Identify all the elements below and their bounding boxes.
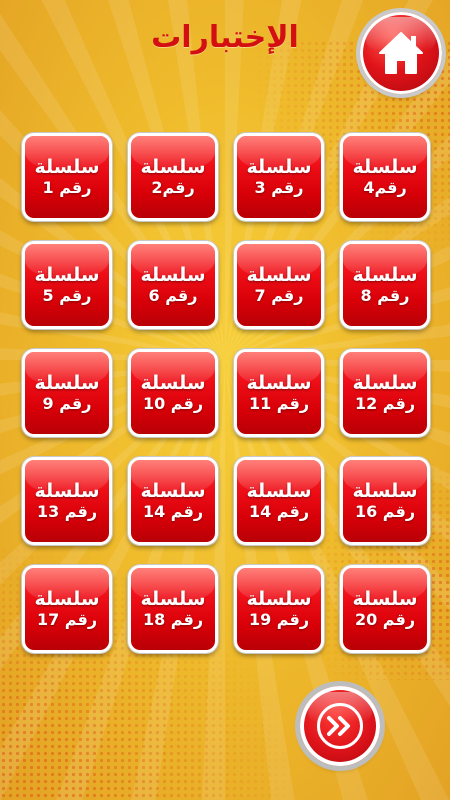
series-button[interactable]: سلسلة رقم 20 <box>340 565 430 653</box>
series-button[interactable]: سلسلة رقم 5 <box>22 241 112 329</box>
series-number: رقم 3 <box>254 177 304 197</box>
series-button[interactable]: سلسلة رقم 19 <box>234 565 324 653</box>
series-number: رقم 13 <box>36 501 98 521</box>
series-button[interactable]: سلسلة رقم 9 <box>22 349 112 437</box>
series-button[interactable]: سلسلة رقم 1 <box>22 133 112 221</box>
series-button[interactable]: سلسلة رقم2 <box>128 133 218 221</box>
series-label: سلسلة <box>140 371 206 394</box>
series-number: رقم2 <box>151 177 195 197</box>
series-button[interactable]: سلسلة رقم 14 <box>234 457 324 545</box>
series-number: رقم 5 <box>42 285 92 305</box>
series-number: رقم 18 <box>142 609 204 629</box>
series-label: سلسلة <box>140 263 206 286</box>
next-page-button[interactable] <box>300 686 380 766</box>
fast-forward-icon <box>327 716 350 736</box>
home-button[interactable] <box>360 12 442 94</box>
series-label: سلسلة <box>140 479 206 502</box>
series-number: رقم 10 <box>142 393 204 413</box>
series-label: سلسلة <box>34 479 100 502</box>
home-icon <box>379 32 423 74</box>
series-number: رقم 14 <box>142 501 204 521</box>
series-button[interactable]: سلسلة رقم 16 <box>340 457 430 545</box>
series-label: سلسلة <box>140 155 206 178</box>
series-label: سلسلة <box>140 587 206 610</box>
series-button[interactable]: سلسلة رقم 14 <box>128 457 218 545</box>
series-button[interactable]: سلسلة رقم 18 <box>128 565 218 653</box>
series-button[interactable]: سلسلة رقم 10 <box>128 349 218 437</box>
series-number: رقم 20 <box>354 609 416 629</box>
series-number: رقم 14 <box>248 501 310 521</box>
series-button[interactable]: سلسلة رقم 6 <box>128 241 218 329</box>
series-grid: سلسلة رقم 1 سلسلة رقم2 سلسلة رقم 3 سلسلة… <box>22 133 430 653</box>
series-number: رقم 9 <box>42 393 92 413</box>
series-label: سلسلة <box>352 155 418 178</box>
series-number: رقم 19 <box>248 609 310 629</box>
series-number: رقم 11 <box>248 393 310 413</box>
series-number: رقم 8 <box>360 285 410 305</box>
series-number: رقم 7 <box>254 285 304 305</box>
series-button[interactable]: سلسلة رقم 13 <box>22 457 112 545</box>
series-button[interactable]: سلسلة رقم 8 <box>340 241 430 329</box>
series-number: رقم 6 <box>148 285 198 305</box>
series-button[interactable]: سلسلة رقم 12 <box>340 349 430 437</box>
series-number: رقم 12 <box>354 393 416 413</box>
series-number: رقم 16 <box>354 501 416 521</box>
series-button[interactable]: سلسلة رقم 7 <box>234 241 324 329</box>
series-button[interactable]: سلسلة رقم 11 <box>234 349 324 437</box>
series-button[interactable]: سلسلة رقم 17 <box>22 565 112 653</box>
series-label: سلسلة <box>34 263 100 286</box>
series-label: سلسلة <box>246 263 312 286</box>
series-label: سلسلة <box>352 587 418 610</box>
series-label: سلسلة <box>352 479 418 502</box>
next-button-ring <box>317 703 363 749</box>
series-label: سلسلة <box>34 155 100 178</box>
series-number: رقم4 <box>363 177 407 197</box>
series-label: سلسلة <box>246 587 312 610</box>
series-label: سلسلة <box>34 587 100 610</box>
series-label: سلسلة <box>246 371 312 394</box>
series-label: سلسلة <box>352 371 418 394</box>
series-number: رقم 1 <box>42 177 92 197</box>
series-button[interactable]: سلسلة رقم4 <box>340 133 430 221</box>
series-label: سلسلة <box>34 371 100 394</box>
series-button[interactable]: سلسلة رقم 3 <box>234 133 324 221</box>
series-number: رقم 17 <box>36 609 98 629</box>
series-label: سلسلة <box>246 479 312 502</box>
series-label: سلسلة <box>352 263 418 286</box>
series-label: سلسلة <box>246 155 312 178</box>
